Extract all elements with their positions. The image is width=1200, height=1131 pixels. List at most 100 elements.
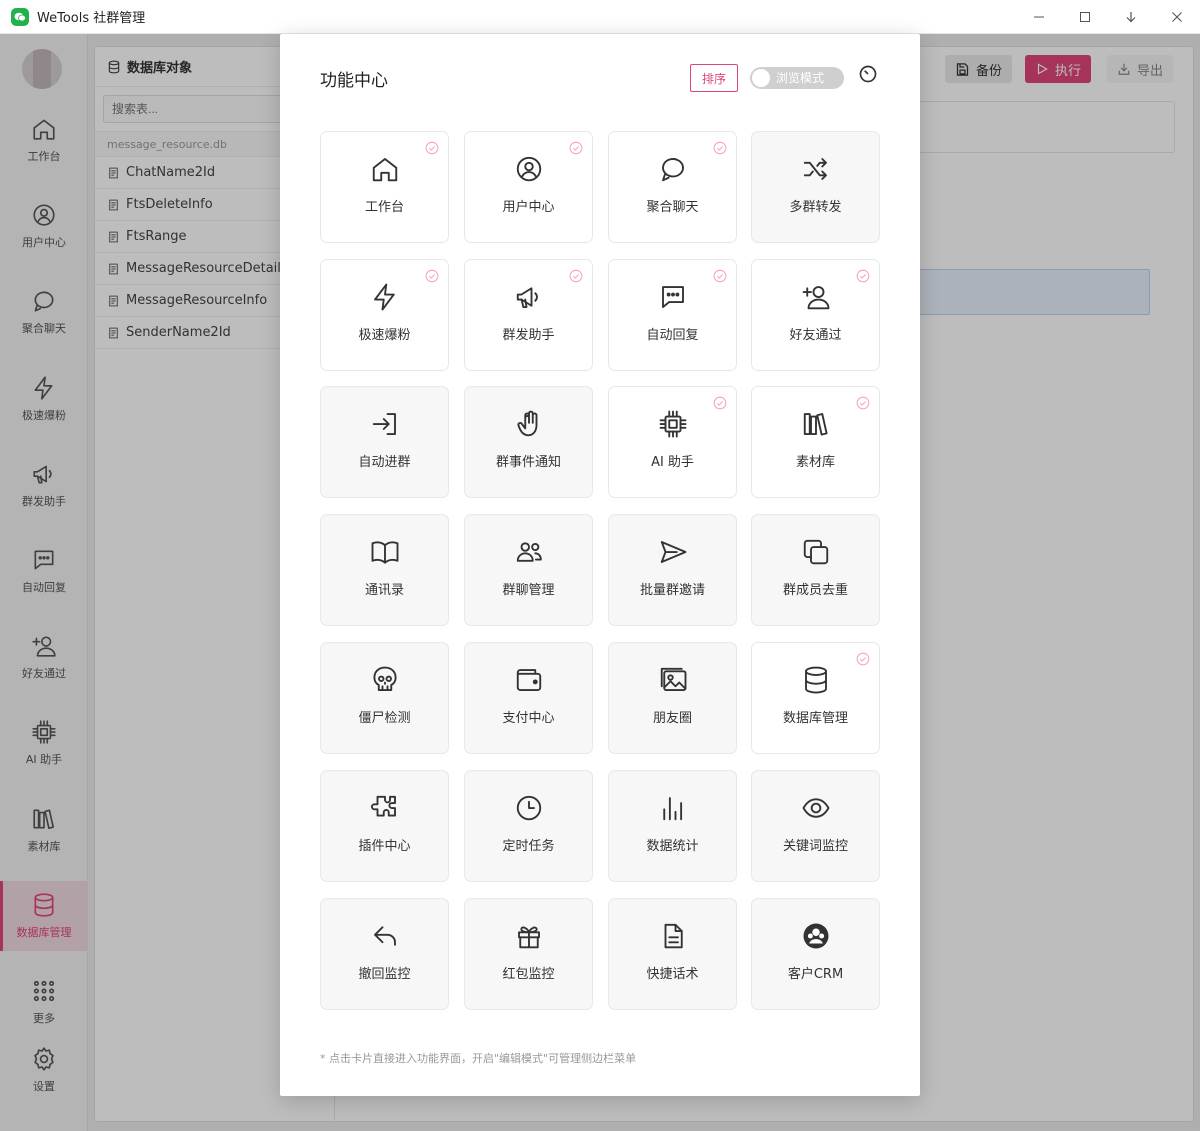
feature-card-chart[interactable]: 数据统计 xyxy=(608,770,737,882)
wallet-icon xyxy=(513,664,545,696)
send-icon xyxy=(657,536,689,568)
feature-card-image[interactable]: 朋友圈 xyxy=(608,642,737,754)
feature-card-chip[interactable]: AI 助手 xyxy=(608,386,737,498)
feature-card-clock[interactable]: 定时任务 xyxy=(464,770,593,882)
check-circle-icon[interactable] xyxy=(856,396,870,410)
book-icon xyxy=(371,541,398,564)
chart-icon xyxy=(657,792,689,824)
check-circle-icon[interactable] xyxy=(569,141,583,155)
maximize-button[interactable] xyxy=(1062,0,1108,34)
feature-card-copy[interactable]: 群成员去重 xyxy=(751,514,880,626)
window-title: WeTools 社群管理 xyxy=(37,11,146,26)
hand-icon xyxy=(513,408,545,440)
hand-icon xyxy=(516,410,537,437)
feature-card-puzzle[interactable]: 插件中心 xyxy=(320,770,449,882)
feature-card-label: 群事件通知 xyxy=(495,455,561,470)
check-circle-icon[interactable] xyxy=(856,269,870,283)
feature-card-home[interactable]: 工作台 xyxy=(320,131,449,243)
feature-card-chat[interactable]: 聚合聊天 xyxy=(608,131,737,243)
feature-card-user-add[interactable]: 好友通过 xyxy=(751,259,880,371)
user-icon xyxy=(516,156,541,182)
check-circle-icon[interactable] xyxy=(569,269,583,283)
chat-icon xyxy=(661,158,684,182)
feature-card-eye[interactable]: 关键词监控 xyxy=(751,770,880,882)
feature-card-undo[interactable]: 撤回监控 xyxy=(320,898,449,1010)
feature-card-label: 群发助手 xyxy=(502,328,555,343)
feature-card-label: 撤回监控 xyxy=(358,967,411,982)
eye-icon xyxy=(800,792,832,824)
feature-card-label: 定时任务 xyxy=(502,839,555,854)
bolt-icon xyxy=(369,281,401,313)
feature-card-label: 极速爆粉 xyxy=(358,328,411,343)
modal-footnote: * 点击卡片直接进入功能界面，开启"编辑模式"可管理侧边栏菜单 xyxy=(320,1052,637,1065)
history-button[interactable] xyxy=(858,64,878,84)
minimize-button[interactable] xyxy=(1016,0,1062,34)
feature-card-bolt[interactable]: 极速爆粉 xyxy=(320,259,449,371)
feature-card-label: 自动回复 xyxy=(646,328,699,343)
feature-card-label: 数据库管理 xyxy=(782,711,848,726)
arrow-down-icon xyxy=(1126,12,1136,23)
message-icon xyxy=(657,281,689,313)
feature-card-crm[interactable]: 客户CRM xyxy=(751,898,880,1010)
megaphone-icon xyxy=(513,281,545,313)
feature-card-label: 群聊管理 xyxy=(502,583,555,598)
feature-card-library[interactable]: 素材库 xyxy=(751,386,880,498)
feature-card-megaphone[interactable]: 群发助手 xyxy=(464,259,593,371)
app-logo-icon xyxy=(11,7,29,26)
users-icon xyxy=(513,536,545,568)
chip-icon xyxy=(659,410,686,438)
feature-card-skull[interactable]: 僵尸检测 xyxy=(320,642,449,754)
feature-card-label: 自动进群 xyxy=(358,455,411,470)
close-icon xyxy=(1172,12,1182,22)
feature-card-label: 朋友圈 xyxy=(652,711,692,726)
check-circle-icon[interactable] xyxy=(713,396,727,410)
image-icon xyxy=(657,664,689,696)
feature-card-send[interactable]: 批量群邀请 xyxy=(608,514,737,626)
feature-card-users[interactable]: 群聊管理 xyxy=(464,514,593,626)
crm-icon xyxy=(803,923,828,949)
check-circle-icon[interactable] xyxy=(856,652,870,666)
gift-icon xyxy=(513,920,545,952)
database-icon xyxy=(800,664,832,696)
feature-card-label: 群成员去重 xyxy=(782,583,848,598)
feature-card-login[interactable]: 自动进群 xyxy=(320,386,449,498)
feature-card-user[interactable]: 用户中心 xyxy=(464,131,593,243)
user-add-icon xyxy=(800,281,832,313)
skull-icon xyxy=(372,666,397,691)
user-add-icon xyxy=(802,286,829,310)
feature-card-message[interactable]: 自动回复 xyxy=(608,259,737,371)
login-icon xyxy=(372,413,396,435)
check-circle-icon[interactable] xyxy=(713,141,727,155)
feature-card-label: 用户中心 xyxy=(502,200,555,215)
feature-card-wallet[interactable]: 支付中心 xyxy=(464,642,593,754)
feature-card-hand[interactable]: 群事件通知 xyxy=(464,386,593,498)
check-circle-icon[interactable] xyxy=(425,141,439,155)
clock-icon xyxy=(513,792,545,824)
feature-card-label: 插件中心 xyxy=(358,839,411,854)
message-icon xyxy=(661,286,684,308)
copy-icon xyxy=(803,539,828,565)
sort-button[interactable]: 排序 xyxy=(690,64,738,92)
home-icon xyxy=(369,153,401,185)
feature-card-document[interactable]: 快捷话术 xyxy=(608,898,737,1010)
feature-card-shuffle[interactable]: 多群转发 xyxy=(751,131,880,243)
feature-card-book[interactable]: 通讯录 xyxy=(320,514,449,626)
close-button[interactable] xyxy=(1154,0,1200,34)
toggle-knob xyxy=(752,69,770,87)
feature-card-label: 多群转发 xyxy=(789,200,842,215)
check-circle-icon[interactable] xyxy=(425,269,439,283)
feature-card-label: 数据统计 xyxy=(646,839,699,854)
megaphone-icon xyxy=(516,287,538,308)
title-bar: WeTools 社群管理 xyxy=(0,0,1200,34)
feature-card-gift[interactable]: 红包监控 xyxy=(464,898,593,1010)
send-icon xyxy=(660,541,686,563)
check-circle-icon[interactable] xyxy=(713,269,727,283)
feature-card-database[interactable]: 数据库管理 xyxy=(751,642,880,754)
browse-mode-toggle[interactable]: 浏览模式 xyxy=(750,67,844,89)
history-icon xyxy=(859,65,877,83)
feature-card-label: 快捷话术 xyxy=(646,967,699,982)
feature-card-label: 聚合聊天 xyxy=(646,200,699,215)
pin-window-button[interactable] xyxy=(1108,0,1154,34)
shuffle-icon xyxy=(803,158,827,180)
feature-card-label: 红包监控 xyxy=(502,967,555,982)
